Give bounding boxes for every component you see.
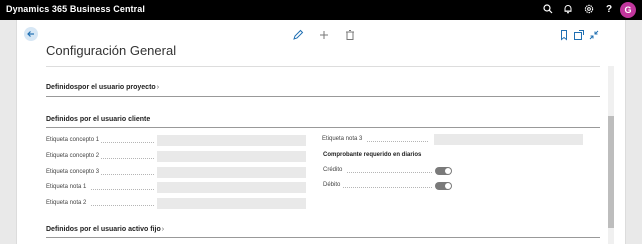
- field-label: Etiqueta nota 3: [322, 136, 363, 142]
- field-etiqueta-concepto-1: Etiqueta concepto 1: [46, 135, 306, 147]
- field-label: Etiqueta concepto 2: [46, 153, 100, 159]
- etiqueta-concepto-3-input[interactable]: [157, 167, 306, 178]
- field-credito: Crédito: [323, 167, 463, 177]
- field-etiqueta-concepto-2: Etiqueta concepto 2: [46, 151, 306, 163]
- etiqueta-concepto-2-input[interactable]: [157, 151, 306, 162]
- field-label: Etiqueta nota 1: [46, 184, 87, 190]
- bell-icon[interactable]: [562, 4, 574, 16]
- page-card: Configuración General Definidospor el us…: [16, 20, 626, 244]
- bookmark-icon[interactable]: [558, 28, 570, 41]
- field-label: Etiqueta concepto 1: [46, 137, 100, 143]
- arrow-left-icon: [27, 31, 34, 37]
- help-icon[interactable]: ?: [603, 4, 615, 16]
- section-divider: [46, 127, 600, 128]
- etiqueta-nota-1-input[interactable]: [157, 182, 306, 193]
- diarios-heading: Comprobante requerido en diarios: [323, 152, 422, 158]
- edit-icon[interactable]: [292, 28, 304, 40]
- etiqueta-nota-2-input[interactable]: [157, 198, 306, 209]
- open-new-window-icon[interactable]: [573, 28, 585, 40]
- section-proyecto[interactable]: Definidospor el usuario proyecto›: [46, 84, 159, 91]
- scroll-thumb[interactable]: [608, 116, 614, 228]
- field-etiqueta-nota-3: Etiqueta nota 3: [322, 134, 600, 146]
- section-title-proyecto: Definidospor el usuario proyecto: [46, 84, 156, 91]
- top-bar: Dynamics 365 Business Central ? G: [0, 0, 642, 20]
- section-activo-fijo[interactable]: Definidos por el usuario activo fijo›: [46, 226, 164, 233]
- chevron-right-icon: ›: [161, 226, 165, 233]
- field-etiqueta-nota-1: Etiqueta nota 1: [46, 182, 306, 194]
- field-debito: Débito: [323, 182, 463, 192]
- gear-icon[interactable]: [583, 4, 595, 16]
- avatar[interactable]: G: [620, 2, 636, 18]
- back-button[interactable]: [24, 27, 38, 41]
- divider: [46, 66, 600, 67]
- search-icon[interactable]: [542, 4, 554, 16]
- chevron-right-icon: ›: [156, 84, 160, 91]
- field-etiqueta-concepto-3: Etiqueta concepto 3: [46, 167, 306, 179]
- debito-toggle[interactable]: [435, 182, 452, 190]
- app-brand[interactable]: Dynamics 365 Business Central: [6, 4, 145, 14]
- page-title: Configuración General: [46, 43, 177, 58]
- field-label: Etiqueta nota 2: [46, 200, 87, 206]
- new-icon[interactable]: [318, 28, 330, 40]
- field-etiqueta-nota-2: Etiqueta nota 2: [46, 198, 306, 210]
- section-divider: [46, 96, 600, 97]
- field-label: Crédito: [323, 167, 343, 173]
- etiqueta-nota-3-input[interactable]: [434, 134, 583, 145]
- delete-icon[interactable]: [344, 28, 356, 40]
- section-title-activo-fijo: Definidos por el usuario activo fijo: [46, 226, 161, 233]
- section-title-cliente: Definidos por el usuario cliente: [46, 116, 151, 123]
- scrollbar[interactable]: [608, 66, 614, 244]
- field-label: Etiqueta concepto 3: [46, 169, 100, 175]
- etiqueta-concepto-1-input[interactable]: [157, 135, 306, 146]
- section-divider: [46, 237, 600, 238]
- field-label: Débito: [323, 182, 341, 188]
- collapse-icon[interactable]: [588, 28, 600, 40]
- credito-toggle[interactable]: [435, 167, 452, 175]
- section-cliente[interactable]: Definidos por el usuario cliente: [46, 116, 150, 123]
